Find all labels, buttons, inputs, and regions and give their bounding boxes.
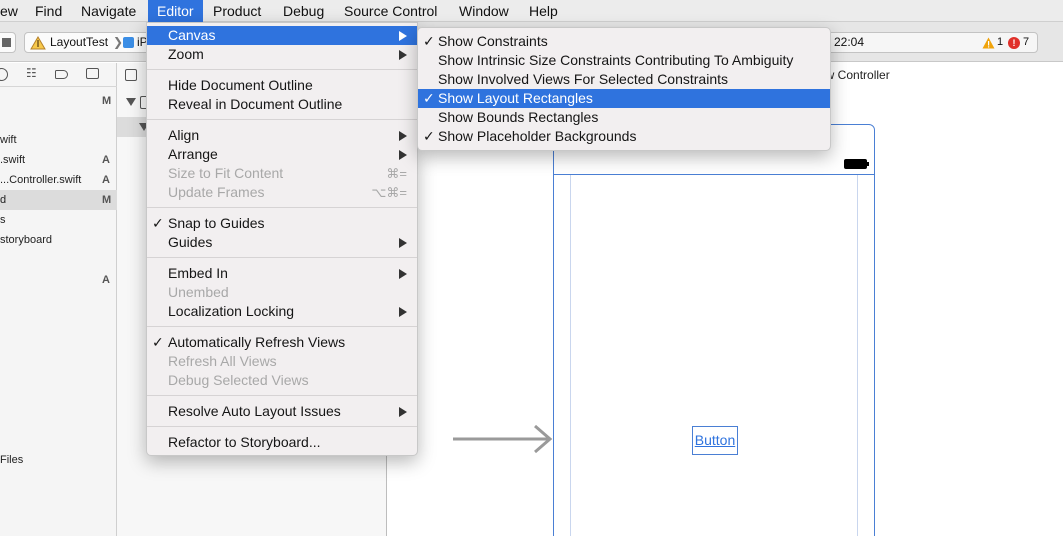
submenu-arrow-icon xyxy=(399,50,407,60)
entry-point-arrow-icon xyxy=(453,425,553,454)
menu-item-show-bounds-rectangles[interactable]: Show Bounds Rectangles xyxy=(418,108,830,127)
checkmark-icon: ✓ xyxy=(423,128,435,144)
menu-item-align[interactable]: Align xyxy=(147,126,417,145)
checkmark-icon: ✓ xyxy=(152,334,164,350)
menu-item-unembed: Unembed xyxy=(168,284,229,300)
submenu-arrow-icon xyxy=(399,238,407,248)
stop-icon xyxy=(2,38,11,47)
error-count: 7 xyxy=(1023,36,1030,48)
menu-item-show-intrinsic-size-constraints[interactable]: Show Intrinsic Size Constraints Contribu… xyxy=(418,51,830,70)
activity-viewer: 22:04 1 ! 7 xyxy=(820,32,1038,53)
list-item[interactable]: .swift A xyxy=(0,150,117,170)
list-item[interactable]: storyboard xyxy=(0,230,117,250)
menu-item-size-to-fit-content: Size to Fit Content ⌘= xyxy=(168,165,407,181)
device-icon xyxy=(123,37,134,48)
submenu-arrow-icon xyxy=(399,307,407,317)
menu-item-zoom[interactable]: Zoom xyxy=(147,45,417,64)
checkmark-icon: ✓ xyxy=(423,33,435,49)
layout-margin-left xyxy=(570,175,571,536)
list-item[interactable]: wift xyxy=(0,130,117,150)
menu-item-snap-to-guides[interactable]: ✓ Snap to Guides xyxy=(147,214,417,233)
grid-view-icon[interactable] xyxy=(125,69,137,81)
editor-menu: Canvas Zoom Hide Document Outline Reveal… xyxy=(146,22,418,456)
menu-separator xyxy=(147,326,417,327)
list-item[interactable]: dM xyxy=(0,190,117,210)
menu-editor[interactable]: Editor xyxy=(148,0,203,22)
menu-item-show-placeholder-backgrounds[interactable]: ✓ Show Placeholder Backgrounds xyxy=(418,127,830,146)
submenu-arrow-icon xyxy=(399,269,407,279)
menu-debug[interactable]: Debug xyxy=(274,0,333,22)
find-navigator-icon[interactable]: ☷ xyxy=(26,66,37,80)
list-item[interactable]: A xyxy=(0,270,117,290)
layout-margin-right xyxy=(857,175,858,536)
disclosure-triangle-icon[interactable] xyxy=(126,98,136,106)
menu-separator xyxy=(147,257,417,258)
menu-navigate[interactable]: Navigate xyxy=(72,0,145,22)
stop-button[interactable] xyxy=(0,32,16,53)
menu-item-show-layout-rectangles[interactable]: ✓ Show Layout Rectangles xyxy=(418,89,830,108)
menu-item-arrange[interactable]: Arrange xyxy=(147,145,417,164)
submenu-arrow-icon xyxy=(399,31,407,41)
submenu-arrow-icon xyxy=(399,150,407,160)
checkmark-icon: ✓ xyxy=(423,90,435,106)
chevron-right-icon: ❯ xyxy=(113,35,124,49)
menu-window[interactable]: Window xyxy=(450,0,518,22)
menu-item-embed-in[interactable]: Embed In xyxy=(147,264,417,283)
menu-item-guides[interactable]: Guides xyxy=(147,233,417,252)
error-icon[interactable]: ! xyxy=(1008,37,1020,49)
canvas-submenu: ✓ Show Constraints Show Intrinsic Size Co… xyxy=(417,27,831,151)
list-item[interactable]: M xyxy=(0,91,117,111)
battery-icon xyxy=(844,159,867,169)
menu-item-refresh-all-views: Refresh All Views xyxy=(168,353,277,369)
menu-item-hide-document-outline[interactable]: Hide Document Outline xyxy=(147,76,417,95)
project-navigator: ☷ M wift .swift A ...Controller.swift A dM… xyxy=(0,63,117,536)
menu-item-update-frames: Update Frames ⌥⌘= xyxy=(168,184,407,200)
menu-item-resolve-auto-layout-issues[interactable]: Resolve Auto Layout Issues xyxy=(147,402,417,421)
menu-help[interactable]: Help xyxy=(520,0,567,22)
menu-view[interactable]: ew xyxy=(0,0,27,22)
report-navigator-icon[interactable] xyxy=(86,68,99,79)
warning-count: 1 xyxy=(997,36,1004,48)
symbol-navigator-icon[interactable] xyxy=(0,68,8,81)
menu-separator xyxy=(147,69,417,70)
menu-item-debug-selected-views: Debug Selected Views xyxy=(168,372,309,388)
list-item[interactable]: s xyxy=(0,210,117,230)
submenu-arrow-icon xyxy=(399,131,407,141)
menu-separator xyxy=(147,207,417,208)
scheme-name: LayoutTest xyxy=(50,35,109,49)
menu-item-reveal-in-document-outline[interactable]: Reveal in Document Outline xyxy=(147,95,417,114)
menu-item-automatically-refresh-views[interactable]: ✓ Automatically Refresh Views xyxy=(147,333,417,352)
menu-separator xyxy=(147,119,417,120)
submenu-arrow-icon xyxy=(399,407,407,417)
list-item[interactable]: ...Controller.swift A xyxy=(0,170,117,190)
menu-product[interactable]: Product xyxy=(204,0,270,22)
scheme-selector[interactable]: LayoutTest ❯ iP xyxy=(24,32,156,53)
storyboard-button[interactable]: Button xyxy=(692,426,738,455)
menu-item-canvas[interactable]: Canvas xyxy=(147,26,417,45)
scene-status-bar xyxy=(554,155,874,175)
navigator-tab-bar: ☷ xyxy=(0,63,117,87)
menu-item-refactor-to-storyboard[interactable]: Refactor to Storyboard... xyxy=(147,433,417,452)
menu-separator xyxy=(147,395,417,396)
menu-item-show-involved-views[interactable]: Show Involved Views For Selected Constra… xyxy=(418,70,830,89)
build-time: 22:04 xyxy=(834,35,865,49)
list-item[interactable]: Files xyxy=(0,450,117,470)
view-controller-scene[interactable]: Button xyxy=(553,124,875,536)
menu-source-control[interactable]: Source Control xyxy=(335,0,446,22)
menu-find[interactable]: Find xyxy=(26,0,71,22)
menu-separator xyxy=(147,426,417,427)
menu-item-localization-locking[interactable]: Localization Locking xyxy=(147,302,417,321)
issue-navigator-icon[interactable] xyxy=(55,70,68,79)
battery-tip xyxy=(867,162,869,166)
warning-icon[interactable] xyxy=(982,37,995,49)
app-target-icon xyxy=(30,36,46,50)
menu-bar: ew Find Navigate Editor Product Debug So… xyxy=(0,0,1063,22)
menu-item-show-constraints[interactable]: ✓ Show Constraints xyxy=(418,32,830,51)
checkmark-icon: ✓ xyxy=(152,215,164,231)
